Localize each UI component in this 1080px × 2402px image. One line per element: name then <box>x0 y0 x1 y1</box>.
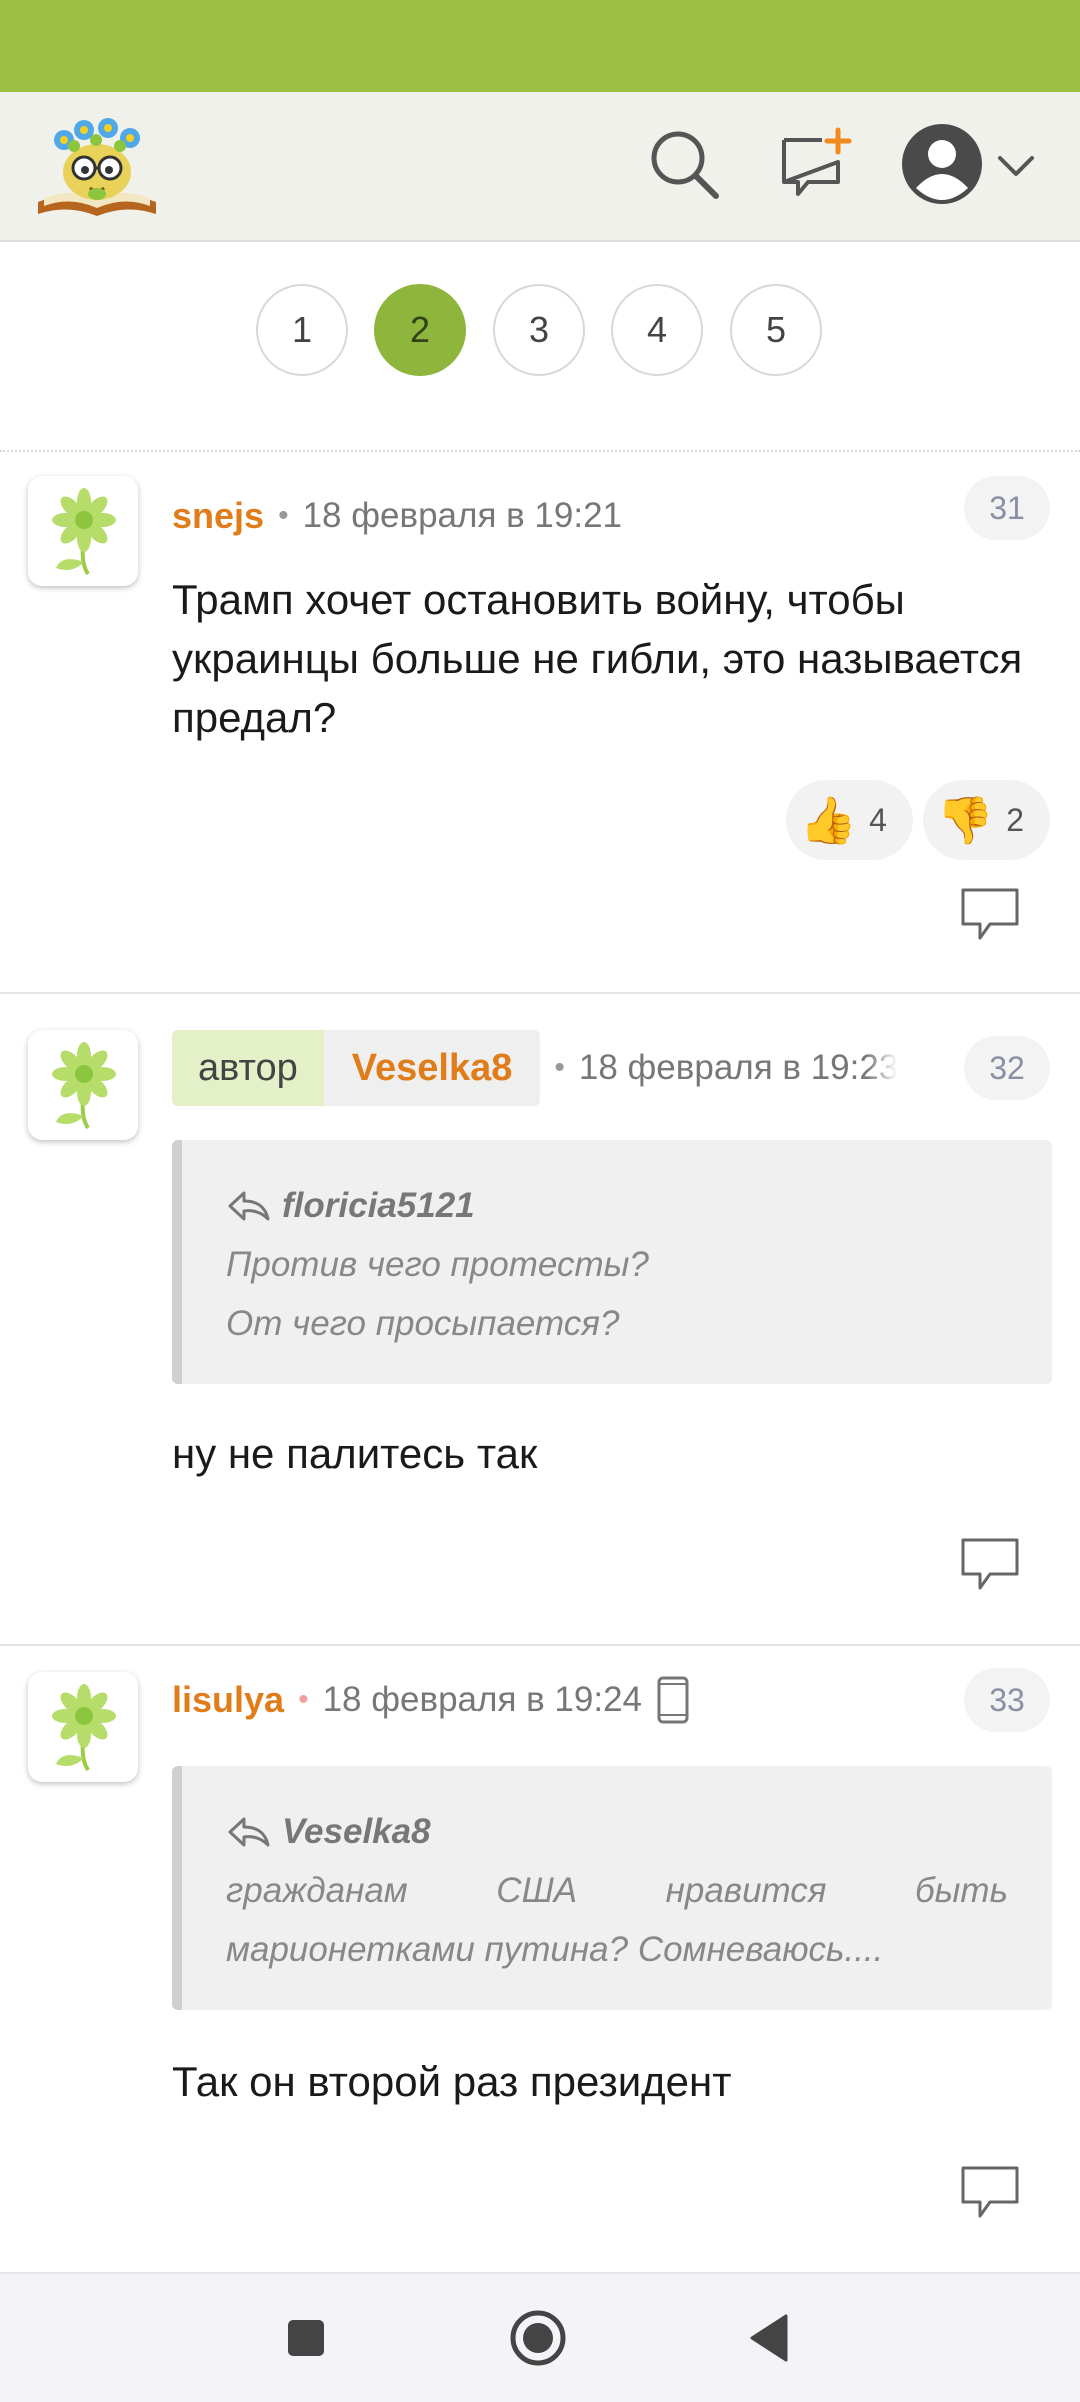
system-navigation-bar <box>0 2272 1080 2402</box>
reply-arrow-icon <box>228 1191 270 1220</box>
username[interactable]: snejs <box>172 495 264 537</box>
quote-block: Veselka8 гражданам США нравится быть мар… <box>172 1766 1052 2010</box>
quote-block: floricia5121 Против чего протесты? От че… <box>172 1140 1052 1384</box>
quote-line: От чего просыпается? <box>226 1304 620 1343</box>
page-button-1[interactable]: 1 <box>256 284 348 376</box>
site-logo[interactable] <box>34 110 160 222</box>
separator-dot: • <box>298 1683 309 1716</box>
quote-author: Veselka8 <box>226 1802 1008 1861</box>
separator-dot: • <box>278 499 289 532</box>
new-message-icon[interactable] <box>778 126 854 202</box>
comment-text: Трамп хочет остановить войну, чтобы укра… <box>172 576 1023 741</box>
separator-dot: • <box>554 1051 565 1084</box>
dislike-button[interactable]: 👎 2 <box>922 780 1050 860</box>
username[interactable]: lisulya <box>172 1679 284 1721</box>
reply-icon[interactable] <box>960 2164 1020 2220</box>
reply-icon[interactable] <box>960 1536 1020 1592</box>
thumbs-up-icon: 👍 <box>799 794 858 846</box>
comment-text: ну не палитесь так <box>172 1430 538 1477</box>
comment-number-badge[interactable]: 31 <box>964 476 1050 540</box>
comment-33: lisulya • 18 февраля в 19:24 33 Veselka8… <box>0 1646 1080 2270</box>
comment-number-badge[interactable]: 32 <box>964 1036 1050 1100</box>
reactions: 👍 4 👎 2 <box>785 780 1050 860</box>
comment-text: Так он второй раз президент <box>172 2058 732 2105</box>
quote-line: Против чего протесты? <box>226 1245 649 1284</box>
like-button[interactable]: 👍 4 <box>785 780 913 860</box>
back-icon[interactable] <box>740 2306 804 2370</box>
comment-meta: snejs • 18 февраля в 19:21 <box>172 486 622 546</box>
page-button-4[interactable]: 4 <box>611 284 703 376</box>
comment-31: snejs • 18 февраля в 19:21 31 Трамп хоче… <box>0 452 1080 992</box>
status-bar <box>0 0 1080 92</box>
username[interactable]: Veselka8 <box>323 1030 541 1106</box>
author-tag: автор Veselka8 <box>172 1030 541 1106</box>
comment-date: 18 февраля в 19:23 <box>578 1048 899 1087</box>
comment-meta: lisulya • 18 февраля в 19:24 <box>172 1670 690 1730</box>
comment-date: 18 февраля в 19:24 <box>322 1680 643 1719</box>
comment-meta: автор Veselka8 • 18 февраля в 19:23 <box>172 1030 898 1106</box>
home-icon[interactable] <box>506 2306 570 2370</box>
search-icon[interactable] <box>646 126 722 202</box>
user-avatar-icon <box>902 124 982 204</box>
mobile-phone-icon <box>657 1676 689 1724</box>
page-button-5[interactable]: 5 <box>730 284 822 376</box>
pagination: 1 2 3 4 5 <box>0 240 1080 452</box>
quote-text: гражданам США нравится быть марионетками… <box>226 1871 1008 1969</box>
flower-avatar[interactable] <box>28 1030 138 1140</box>
like-count: 4 <box>869 801 887 838</box>
author-label: автор <box>172 1030 324 1106</box>
quote-author: floricia5121 <box>226 1176 1008 1235</box>
chevron-down-icon <box>998 156 1034 176</box>
page-button-3[interactable]: 3 <box>493 284 585 376</box>
dislike-count: 2 <box>1006 801 1024 838</box>
flower-avatar[interactable] <box>28 476 138 586</box>
flower-avatar[interactable] <box>28 1672 138 1782</box>
profile-menu-button[interactable] <box>900 118 1040 210</box>
comment-date: 18 февраля в 19:21 <box>302 496 623 535</box>
thumbs-down-icon: 👎 <box>936 794 995 846</box>
comment-32: автор Veselka8 • 18 февраля в 19:23 32 f… <box>0 994 1080 1644</box>
recent-apps-icon[interactable] <box>274 2306 338 2370</box>
reply-arrow-icon <box>228 1817 270 1846</box>
app-header <box>0 92 1080 242</box>
comment-number-badge[interactable]: 33 <box>964 1668 1050 1732</box>
page-button-2-active[interactable]: 2 <box>374 284 466 376</box>
reply-icon[interactable] <box>960 886 1020 942</box>
